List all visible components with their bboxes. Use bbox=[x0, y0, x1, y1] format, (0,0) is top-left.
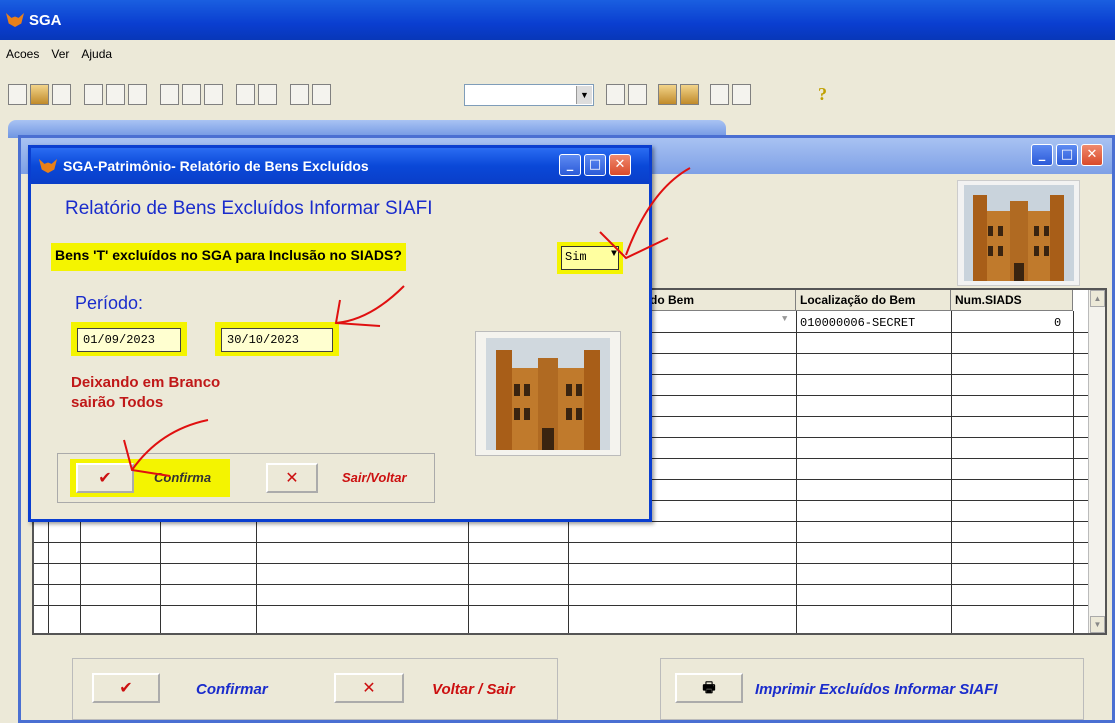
blank-note: Deixando em Branco sairão Todos bbox=[71, 373, 220, 413]
bottom-exit-button[interactable]: ✕ bbox=[334, 673, 404, 703]
scroll-down-icon[interactable]: ▼ bbox=[1090, 616, 1105, 633]
dialog-maximize-icon[interactable]: □ bbox=[584, 154, 606, 176]
chevron-down-icon[interactable]: ▼ bbox=[576, 86, 592, 104]
app-title-bar: SGA bbox=[0, 0, 1115, 40]
grid-cell-dropdown-icon[interactable]: ▼ bbox=[782, 314, 787, 324]
dialog-actions-panel: ✔ Confirma ✕ Sair/Voltar bbox=[57, 453, 435, 503]
dialog-title: SGA-Patrimônio- Relatório de Bens Excluí… bbox=[63, 158, 369, 174]
paste-icon[interactable] bbox=[204, 84, 223, 105]
exclamation-icon[interactable] bbox=[290, 84, 309, 105]
bottom-confirm-button[interactable]: ✔ bbox=[92, 673, 160, 703]
maximize-icon[interactable]: □ bbox=[1056, 144, 1078, 166]
cut-icon[interactable] bbox=[160, 84, 179, 105]
form-icon[interactable] bbox=[628, 84, 647, 105]
grid-cell-num-siads[interactable]: 0 bbox=[1054, 316, 1061, 330]
report-dialog: SGA-Patrimônio- Relatório de Bens Excluí… bbox=[28, 145, 652, 522]
close-icon[interactable]: ✕ bbox=[1081, 144, 1103, 166]
menu-item-ajuda[interactable]: Ajuda bbox=[75, 47, 118, 61]
dialog-heading: Relatório de Bens Excluídos Informar SIA… bbox=[65, 198, 433, 219]
dialog-close-icon[interactable]: ✕ bbox=[609, 154, 631, 176]
bottom-confirm-label[interactable]: Confirmar bbox=[196, 681, 268, 698]
dialog-minimize-icon[interactable]: _ bbox=[559, 154, 581, 176]
redo-icon[interactable] bbox=[258, 84, 277, 105]
table-icon[interactable] bbox=[606, 84, 625, 105]
minimize-icon[interactable]: _ bbox=[1031, 144, 1053, 166]
dialog-fox-icon bbox=[39, 159, 57, 173]
grid-scrollbar[interactable]: ▲ ▼ bbox=[1088, 290, 1105, 633]
print-excluded-label[interactable]: Imprimir Excluídos Informar SIAFI bbox=[755, 681, 998, 698]
spellcheck-icon[interactable] bbox=[128, 84, 147, 105]
dialog-title-bar: SGA-Patrimônio- Relatório de Bens Excluí… bbox=[31, 148, 649, 184]
menu-item-acoes[interactable]: Acoes bbox=[0, 47, 45, 61]
date-end-field[interactable]: 30/10/2023 bbox=[221, 328, 333, 352]
new-file-icon[interactable] bbox=[8, 84, 27, 105]
copy-icon[interactable] bbox=[182, 84, 201, 105]
grid-header-bem[interactable]: do Bem bbox=[646, 290, 796, 311]
save-icon[interactable] bbox=[52, 84, 71, 105]
print-icon[interactable] bbox=[84, 84, 103, 105]
building-photo bbox=[957, 180, 1080, 286]
dialog-confirm-label[interactable]: Confirma bbox=[154, 470, 211, 485]
blank-note-line2: sairão Todos bbox=[71, 394, 164, 411]
tool-d-icon[interactable] bbox=[732, 84, 751, 105]
grid-row-line bbox=[34, 605, 1092, 606]
dialog-confirm-button[interactable]: ✔ bbox=[76, 463, 134, 493]
grid-column-line bbox=[1073, 311, 1074, 633]
dialog-exit-label[interactable]: Sair/Voltar bbox=[342, 470, 407, 485]
toolbar-combo[interactable]: ▼ bbox=[464, 84, 594, 106]
menu-bar: Acoes Ver Ajuda bbox=[0, 40, 1115, 68]
grid-row-line bbox=[34, 584, 1092, 585]
date-start-field[interactable]: 01/09/2023 bbox=[77, 328, 181, 352]
periodo-label: Período: bbox=[75, 293, 144, 313]
dialog-building-photo bbox=[475, 331, 621, 456]
chart-icon[interactable] bbox=[312, 84, 331, 105]
blank-note-line1: Deixando em Branco bbox=[71, 374, 221, 391]
app-fox-icon bbox=[6, 13, 24, 27]
tool-b-icon[interactable] bbox=[680, 84, 699, 105]
grid-cell-location[interactable]: 010000006-SECRET bbox=[800, 316, 915, 330]
tool-a-icon[interactable] bbox=[658, 84, 677, 105]
siads-select[interactable]: Sim ▼ bbox=[561, 246, 619, 270]
bottom-exit-label[interactable]: Voltar / Sair bbox=[432, 681, 515, 698]
grid-column-line bbox=[796, 311, 797, 633]
undo-icon[interactable] bbox=[236, 84, 255, 105]
grid-row-line bbox=[34, 542, 1092, 543]
app-title: SGA bbox=[29, 11, 62, 29]
printer-icon[interactable]: 🖶 bbox=[675, 673, 743, 703]
grid-column-line bbox=[951, 311, 952, 633]
open-folder-icon[interactable] bbox=[30, 84, 49, 105]
help-icon[interactable]: ? bbox=[818, 84, 827, 105]
menu-item-ver[interactable]: Ver bbox=[45, 47, 75, 61]
grid-row-line bbox=[34, 563, 1092, 564]
scroll-up-icon[interactable]: ▲ bbox=[1090, 290, 1105, 307]
tool-c-icon[interactable] bbox=[710, 84, 729, 105]
siads-select-value: Sim bbox=[565, 250, 587, 264]
grid-header-num-siads[interactable]: Num.SIADS bbox=[951, 290, 1073, 311]
siads-question: Bens 'T' excluídos no SGA para Inclusão … bbox=[51, 243, 406, 271]
grid-header-location[interactable]: Localização do Bem bbox=[796, 290, 951, 311]
print-preview-icon[interactable] bbox=[106, 84, 125, 105]
dialog-exit-button[interactable]: ✕ bbox=[266, 463, 318, 493]
chevron-down-icon[interactable]: ▼ bbox=[611, 249, 617, 260]
